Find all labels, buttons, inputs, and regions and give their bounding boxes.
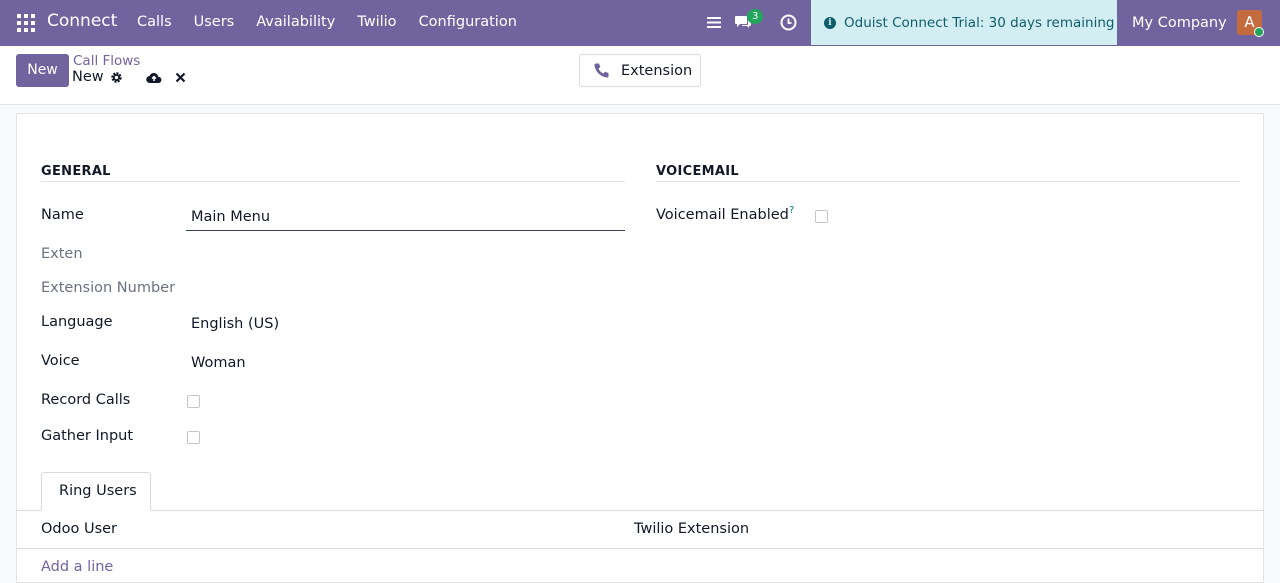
- language-select[interactable]: English (US): [191, 316, 279, 332]
- menu-item-twilio[interactable]: Twilio: [357, 14, 396, 30]
- voice-label: Voice: [41, 353, 80, 369]
- company-switcher[interactable]: My Company: [1132, 15, 1227, 31]
- menu-item-configuration[interactable]: Configuration: [419, 14, 517, 30]
- menu-item-availability[interactable]: Availability: [256, 14, 335, 30]
- general-section-title: GENERAL: [41, 164, 111, 179]
- voicemail-enabled-label: Voicemail Enabled: [656, 207, 789, 223]
- table-header-divider: [17, 548, 1263, 549]
- main-menu: Calls Users Availability Twilio Configur…: [137, 14, 539, 30]
- app-brand[interactable]: Connect: [47, 11, 117, 31]
- cloud-upload-icon[interactable]: [146, 71, 162, 84]
- discard-close-icon[interactable]: [175, 72, 186, 83]
- tab-ring-users-label: Ring Users: [59, 483, 137, 499]
- menu-item-users[interactable]: Users: [194, 14, 235, 30]
- breadcrumb-call-flows[interactable]: Call Flows: [73, 53, 140, 69]
- voice-select[interactable]: Woman: [191, 355, 246, 371]
- menu-item-calls[interactable]: Calls: [137, 14, 172, 30]
- apps-grid-icon[interactable]: [17, 14, 35, 32]
- tab-ring-users[interactable]: Ring Users: [41, 472, 151, 511]
- tab-bar-divider: [17, 510, 1263, 511]
- trial-text: Oduist Connect Trial: 30 days remaining: [844, 14, 1115, 31]
- exten-label: Exten: [41, 246, 83, 262]
- column-header-odoo-user[interactable]: Odoo User: [41, 521, 117, 537]
- online-status-icon: [1254, 27, 1264, 37]
- gear-icon[interactable]: [110, 71, 123, 84]
- clock-icon[interactable]: [780, 14, 797, 31]
- column-header-twilio-extension[interactable]: Twilio Extension: [634, 521, 749, 537]
- trial-banner[interactable]: i Oduist Connect Trial: 30 days remainin…: [811, 0, 1117, 45]
- add-line-link[interactable]: Add a line: [41, 559, 113, 575]
- activity-list-icon[interactable]: [706, 16, 722, 29]
- new-button[interactable]: New: [16, 54, 69, 87]
- record-calls-checkbox[interactable]: [187, 395, 200, 408]
- language-label: Language: [41, 314, 113, 330]
- voicemail-enabled-checkbox[interactable]: [815, 210, 828, 223]
- extension-button-label: Extension: [621, 63, 693, 79]
- record-calls-label: Record Calls: [41, 392, 131, 408]
- name-label: Name: [41, 207, 84, 223]
- chat-count-badge: 3: [747, 9, 764, 24]
- voicemail-divider: [656, 181, 1240, 182]
- gather-input-checkbox[interactable]: [187, 431, 200, 444]
- voicemail-section-title: VOICEMAIL: [656, 164, 739, 179]
- phone-icon: [594, 63, 609, 78]
- control-panel: New Call Flows New Extension: [0, 46, 1280, 105]
- info-icon: i: [824, 16, 836, 29]
- name-field-underline: [186, 230, 625, 231]
- voicemail-help-icon[interactable]: ?: [789, 205, 794, 216]
- name-field[interactable]: Main Menu: [191, 209, 270, 225]
- record-title: New: [72, 69, 104, 85]
- extension-button[interactable]: Extension: [579, 54, 701, 87]
- gather-input-label: Gather Input: [41, 428, 134, 444]
- general-divider: [41, 181, 625, 182]
- top-navbar: Connect Calls Users Availability Twilio …: [0, 0, 1280, 46]
- extension-number-label: Extension Number: [41, 280, 176, 296]
- form-sheet: GENERAL VOICEMAIL Name Main Menu Exten E…: [16, 113, 1264, 583]
